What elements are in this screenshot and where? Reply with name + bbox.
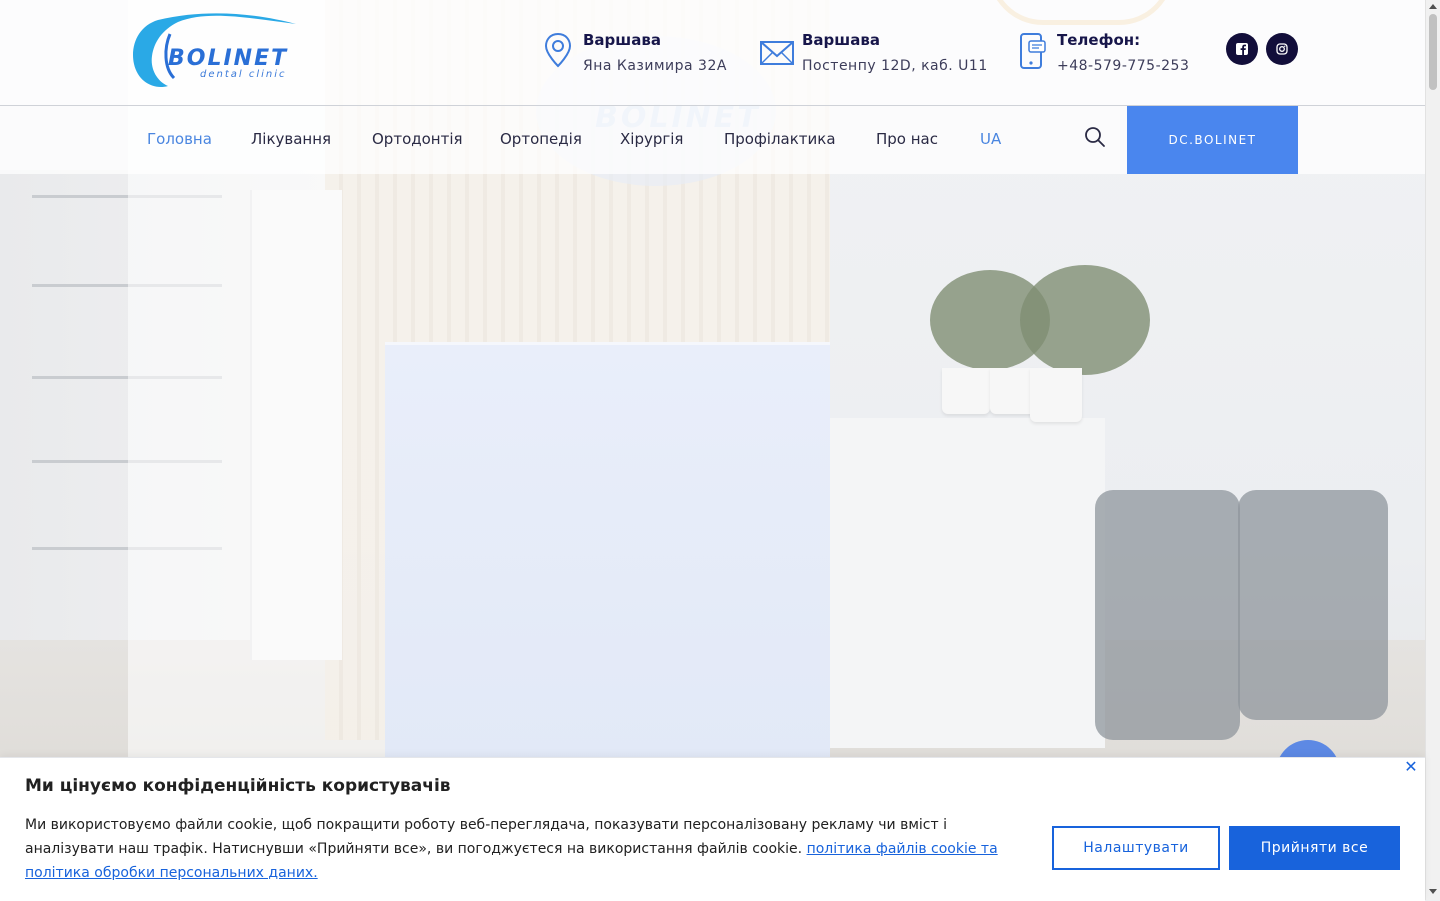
facebook-icon [1236,43,1248,55]
envelope-icon [760,41,794,65]
scroll-down-arrow-icon[interactable] [1429,889,1437,894]
hero-plant [1020,265,1150,375]
scroll-up-arrow-icon[interactable] [1429,4,1437,9]
instagram-icon [1276,43,1288,55]
nav-item-treatment[interactable]: Лікування [251,130,331,148]
contact-phone-number[interactable]: +48-579-775-253 [1057,58,1189,74]
hero-reception-desk [385,342,830,765]
cookie-consent-banner: ✕ Ми цінуємо конфіденційність користувач… [0,757,1425,901]
search-icon[interactable] [1083,125,1107,149]
instagram-button[interactable] [1266,33,1298,65]
contact-title: Телефон: [1057,31,1141,49]
cookie-title: Ми цінуємо конфіденційність користувачів [25,776,451,796]
main-navigation: Головна Лікування Ортодонтія Ортопедія Х… [0,106,1425,174]
scroll-thumb[interactable] [1429,14,1437,90]
language-switcher[interactable]: UA [980,130,1001,148]
cookie-customize-button[interactable]: Налаштувати [1052,826,1220,870]
contact-detail: Постенпу 12D, каб. U11 [802,58,988,74]
cta-button[interactable]: DC.BOLINET [1127,106,1298,174]
page-scrollbar[interactable] [1425,0,1440,900]
facebook-button[interactable] [1226,33,1258,65]
hero-plant-pot [1030,368,1082,422]
nav-item-about[interactable]: Про нас [876,130,938,148]
hero-chair [1238,490,1388,720]
top-header: BOLINET dental clinic Варшава Яна Казими… [0,0,1425,106]
nav-item-home[interactable]: Головна [147,130,212,148]
contact-title: Варшава [802,31,880,49]
hero-chair [1095,490,1240,740]
close-icon[interactable]: ✕ [1404,759,1418,775]
logo-wordmark: BOLINET [168,46,289,71]
nav-item-orthodontics[interactable]: Ортодонтія [372,130,463,148]
hero-counter [830,418,1105,748]
nav-item-prevention[interactable]: Профілактика [724,130,836,148]
logo-tagline: dental clinic [200,69,287,80]
nav-item-orthopedics[interactable]: Ортопедія [500,130,582,148]
cookie-description: Ми використовуємо файли cookie, щоб покр… [25,813,1035,885]
contact-title: Варшава [583,31,661,49]
phone-icon [1020,33,1046,69]
hero-plant-pot [942,368,990,414]
cookie-accept-all-button[interactable]: Прийняти все [1229,826,1400,870]
nav-item-surgery[interactable]: Хірургія [620,130,683,148]
map-pin-icon [545,32,572,68]
contact-detail: Яна Казимира 32А [583,58,727,74]
